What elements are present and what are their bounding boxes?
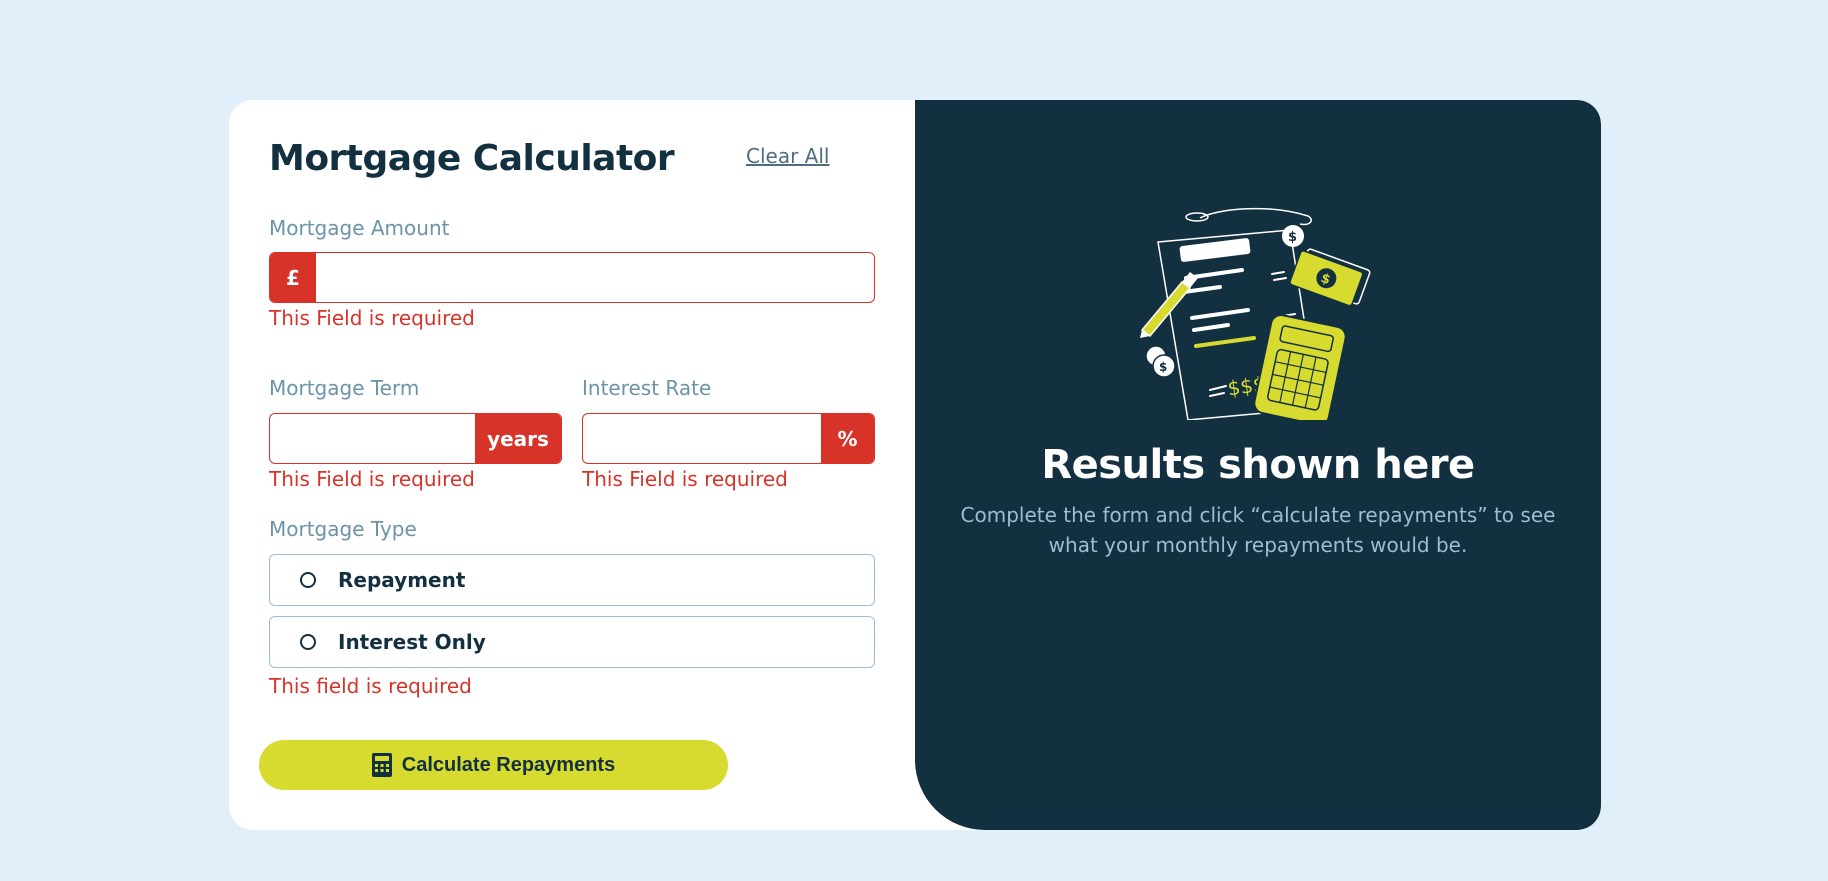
results-pane: $$$ $ $ $ Results shown here Complete th… xyxy=(915,100,1601,830)
calculate-repayments-label: Calculate Repayments xyxy=(401,753,616,776)
radio-option-interest-only[interactable]: Interest Only xyxy=(269,616,875,668)
radio-option-repayment[interactable]: Repayment xyxy=(269,554,875,606)
mortgage-amount-input[interactable] xyxy=(316,253,874,302)
page-title: Mortgage Calculator xyxy=(269,138,675,179)
mortgage-amount-error: This Field is required xyxy=(269,306,475,330)
radio-label-repayment: Repayment xyxy=(338,568,466,592)
term-suffix: years xyxy=(475,414,561,463)
svg-text:$: $ xyxy=(1288,230,1297,245)
calculator-icon xyxy=(371,753,392,777)
interest-rate-field: % xyxy=(582,413,875,464)
mortgage-amount-field: £ xyxy=(269,252,875,303)
radio-circle-icon[interactable] xyxy=(300,634,316,650)
interest-rate-input[interactable] xyxy=(583,414,821,463)
interest-rate-error: This Field is required xyxy=(582,467,788,491)
mortgage-term-error: This Field is required xyxy=(269,467,475,491)
form-pane: Mortgage Calculator Clear All Mortgage A… xyxy=(229,100,915,830)
clear-all-link[interactable]: Clear All xyxy=(746,144,829,168)
mortgage-term-field: years xyxy=(269,413,562,464)
mortgage-term-label: Mortgage Term xyxy=(269,376,420,400)
currency-prefix: £ xyxy=(270,253,316,302)
svg-text:$: $ xyxy=(1159,360,1167,374)
mortgage-type-label: Mortgage Type xyxy=(269,517,417,541)
radio-label-interest-only: Interest Only xyxy=(338,630,486,654)
mortgage-amount-label: Mortgage Amount xyxy=(269,216,450,240)
interest-rate-label: Interest Rate xyxy=(582,376,712,400)
empty-results-illustration: $$$ $ $ $ xyxy=(1140,207,1371,420)
results-title: Results shown here xyxy=(1041,442,1475,488)
results-description: Complete the form and click “calculate r… xyxy=(960,503,1556,557)
calculate-repayments-button[interactable]: Calculate Repayments xyxy=(259,740,728,790)
mortgage-calculator-card: Mortgage Calculator Clear All Mortgage A… xyxy=(229,100,1601,830)
mortgage-type-error: This field is required xyxy=(269,674,472,698)
rate-suffix: % xyxy=(821,414,874,463)
radio-circle-icon[interactable] xyxy=(300,572,316,588)
mortgage-term-input[interactable] xyxy=(270,414,475,463)
